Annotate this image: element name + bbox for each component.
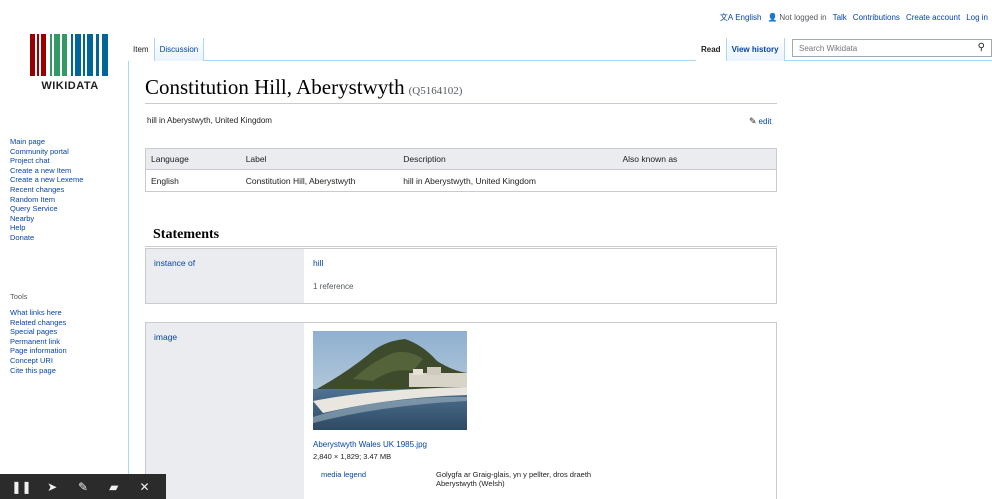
sidebar-item-random-item[interactable]: Random Item — [10, 195, 83, 205]
column-header-aliases: Also known as — [622, 154, 678, 164]
pointer-icon[interactable]: ➤ — [42, 480, 62, 494]
tools-item-cite-page[interactable]: Cite this page — [10, 366, 67, 376]
edit-button[interactable]: ✎ edit — [749, 116, 771, 127]
cell-label: Constitution Hill, Aberystwyth — [245, 175, 356, 186]
property-instance-of[interactable]: instance of — [154, 258, 195, 268]
pen-icon[interactable]: ✎ — [73, 480, 93, 494]
statements-heading: Statements — [153, 227, 220, 242]
translate-icon: 文A — [719, 13, 734, 22]
sidebar-item-main-page[interactable]: Main page — [10, 137, 83, 147]
image-dimensions: 2,840 × 1,829; 3.47 MB — [313, 452, 392, 461]
statement-group-instance-of: instance of hill 1 reference — [145, 248, 777, 304]
item-description: hill in Aberystwyth, United Kingdom — [147, 116, 272, 125]
search-icon[interactable]: ⚲ — [978, 42, 985, 53]
item-id: (Q5164102) — [408, 85, 463, 97]
contributions-link[interactable]: Contributions — [853, 13, 900, 22]
table-header-row: Language Label Description Also known as — [146, 149, 776, 170]
value-hill[interactable]: hill — [313, 258, 323, 268]
search-input[interactable]: Search Wikidata ⚲ — [792, 39, 992, 57]
sidebar-item-project-chat[interactable]: Project chat — [10, 156, 83, 166]
talk-link[interactable]: Talk — [833, 13, 847, 22]
tab-read[interactable]: Read — [696, 38, 727, 61]
sidebar-navigation: Main page Community portal Project chat … — [10, 137, 83, 243]
tools-item-concept-uri[interactable]: Concept URI — [10, 356, 67, 366]
sidebar-item-donate[interactable]: Donate — [10, 233, 83, 243]
tools-heading: Tools — [10, 292, 28, 301]
page-title: Constitution Hill, Aberystwyth (Q5164102) — [145, 75, 462, 100]
property-image[interactable]: image — [154, 332, 177, 342]
tools-item-permanent-link[interactable]: Permanent link — [10, 337, 67, 347]
sidebar-item-nearby[interactable]: Nearby — [10, 214, 83, 224]
user-status: 👤 Not logged in — [767, 13, 827, 22]
close-icon[interactable]: ✕ — [135, 480, 155, 494]
tools-menu: What links here Related changes Special … — [10, 308, 67, 375]
tools-item-what-links-here[interactable]: What links here — [10, 308, 67, 318]
namespace-tabs: Item Discussion — [128, 38, 205, 61]
terms-table: Language Label Description Also known as… — [145, 148, 777, 192]
qualifier-property-media-legend[interactable]: media legend — [313, 470, 436, 488]
sidebar-item-create-lexeme[interactable]: Create a new Lexeme — [10, 175, 83, 185]
column-header-description: Description — [403, 154, 446, 164]
tab-discussion[interactable]: Discussion — [154, 38, 205, 61]
statement-group-image: image Aberystwyth Wales UK 1985.jpg 2,84… — [145, 322, 777, 499]
column-header-language: Language — [151, 154, 189, 164]
sidebar-item-community-portal[interactable]: Community portal — [10, 147, 83, 157]
qualifier-value: Golygfa ar Graig-glais, yn y pellter, dr… — [436, 470, 592, 488]
search-placeholder: Search Wikidata — [799, 44, 858, 53]
tab-view-history[interactable]: View history — [726, 38, 785, 61]
image-thumbnail[interactable] — [313, 331, 467, 430]
column-header-label: Label — [245, 154, 267, 164]
sidebar-item-help[interactable]: Help — [10, 223, 83, 233]
statement-values: Aberystwyth Wales UK 1985.jpg 2,840 × 1,… — [304, 323, 776, 499]
sidebar-item-recent-changes[interactable]: Recent changes — [10, 185, 83, 195]
statement-values: hill 1 reference — [304, 249, 776, 303]
pause-icon[interactable]: ❚❚ — [11, 480, 31, 494]
tools-item-special-pages[interactable]: Special pages — [10, 327, 67, 337]
references-toggle[interactable]: 1 reference — [313, 282, 767, 291]
sidebar-item-query-service[interactable]: Query Service — [10, 204, 83, 214]
user-icon: 👤 — [767, 13, 778, 22]
tools-item-page-information[interactable]: Page information — [10, 346, 67, 356]
sidebar-item-create-item[interactable]: Create a new Item — [10, 166, 83, 176]
pencil-icon: ✎ — [749, 116, 757, 126]
cell-language: English — [151, 175, 179, 186]
image-file-link[interactable]: Aberystwyth Wales UK 1985.jpg — [313, 440, 767, 449]
logo-text: WIKIDATA — [41, 80, 99, 92]
qualifier-row: media legend Golygfa ar Graig-glais, yn … — [313, 470, 767, 488]
language-selector[interactable]: 文A English — [720, 12, 762, 23]
view-tabs: Read View history — [696, 38, 785, 61]
statements-divider — [145, 246, 777, 247]
cell-description: hill in Aberystwyth, United Kingdom — [403, 175, 536, 186]
tools-item-related-changes[interactable]: Related changes — [10, 318, 67, 328]
item-label: Constitution Hill, Aberystwyth — [145, 75, 405, 99]
recording-toolbar: ❚❚ ➤ ✎ ▰ ✕ — [0, 474, 166, 499]
login-link[interactable]: Log in — [966, 13, 988, 22]
personal-toolbar: 文A English 👤 Not logged in Talk Contributi… — [720, 12, 988, 23]
title-divider — [145, 103, 777, 104]
table-row: English Constitution Hill, Aberystwyth h… — [146, 170, 776, 191]
tab-item[interactable]: Item — [128, 38, 155, 61]
highlighter-icon[interactable]: ▰ — [104, 480, 124, 494]
create-account-link[interactable]: Create account — [906, 13, 960, 22]
